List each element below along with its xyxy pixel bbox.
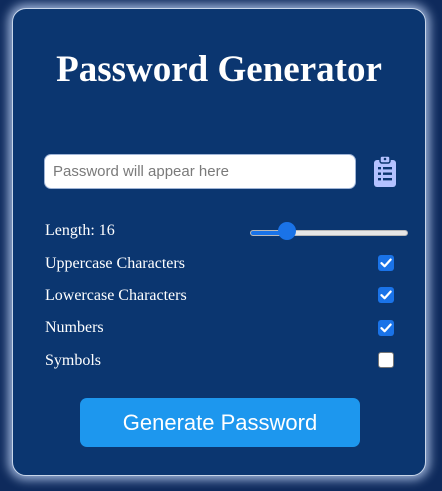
- length-value: 16: [98, 222, 115, 239]
- clipboard-icon: [374, 155, 396, 187]
- option-lowercase-label: Lowercase Characters: [45, 287, 187, 304]
- app-title: Password Generator: [56, 49, 382, 90]
- length-slider[interactable]: [250, 230, 408, 236]
- option-uppercase-label: Uppercase Characters: [45, 255, 185, 272]
- option-symbols-label: Symbols: [45, 352, 102, 369]
- symbols-checkbox[interactable]: [378, 352, 394, 368]
- length-label: Length: 16: [45, 222, 115, 239]
- numbers-checkbox[interactable]: [378, 320, 394, 336]
- option-numbers-label: Numbers: [45, 319, 104, 336]
- copy-button[interactable]: [370, 155, 400, 189]
- lowercase-checkbox[interactable]: [378, 287, 394, 303]
- generate-password-button[interactable]: Generate Password: [80, 398, 360, 447]
- length-slider-thumb[interactable]: [278, 222, 296, 240]
- password-output-field[interactable]: [44, 154, 356, 189]
- uppercase-checkbox[interactable]: [378, 255, 394, 271]
